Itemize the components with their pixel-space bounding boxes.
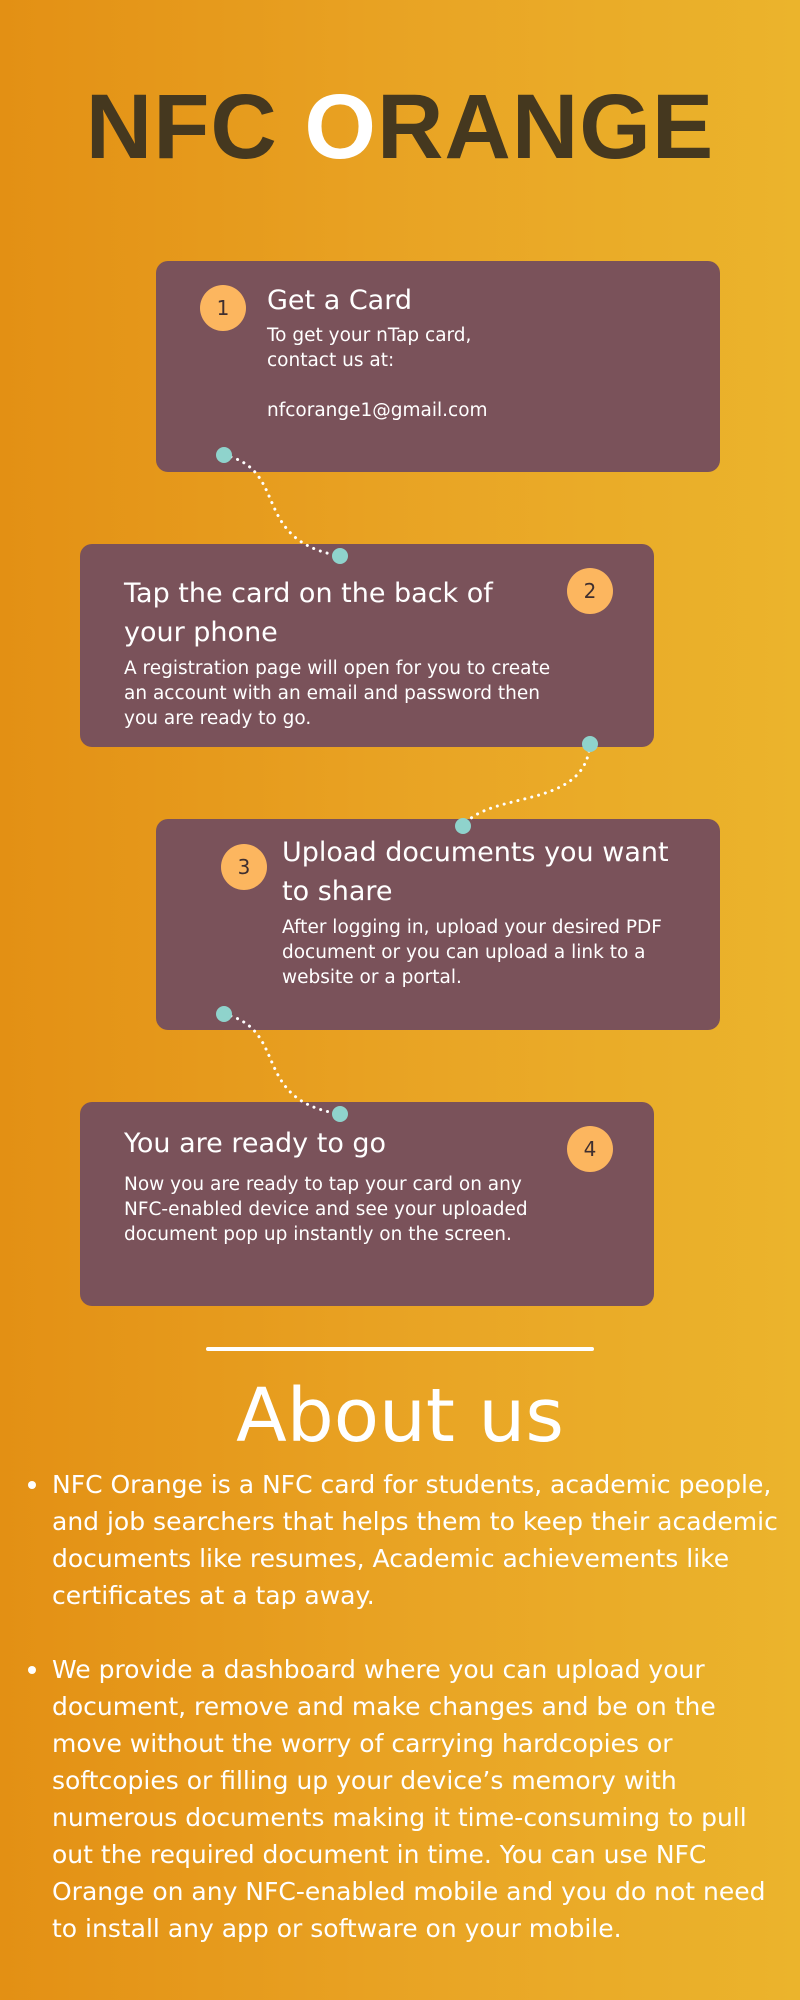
about-list: NFC Orange is a NFC card for students, a… bbox=[28, 1466, 782, 1984]
connector-dot bbox=[332, 548, 348, 564]
connector-line-1-2 bbox=[222, 453, 342, 558]
about-item-1: NFC Orange is a NFC card for students, a… bbox=[28, 1466, 782, 1614]
connector-line-3-4 bbox=[222, 1012, 342, 1116]
about-item-2: We provide a dashboard where you can upl… bbox=[28, 1651, 782, 1947]
section-divider bbox=[206, 1347, 594, 1351]
connector-dot bbox=[216, 1006, 232, 1022]
about-heading: About us bbox=[236, 1373, 564, 1459]
connector-dot bbox=[216, 447, 232, 463]
connector-dot bbox=[582, 736, 598, 752]
connector-dot bbox=[332, 1106, 348, 1122]
connector-dot bbox=[455, 818, 471, 834]
connector-line-2-3 bbox=[461, 742, 592, 828]
